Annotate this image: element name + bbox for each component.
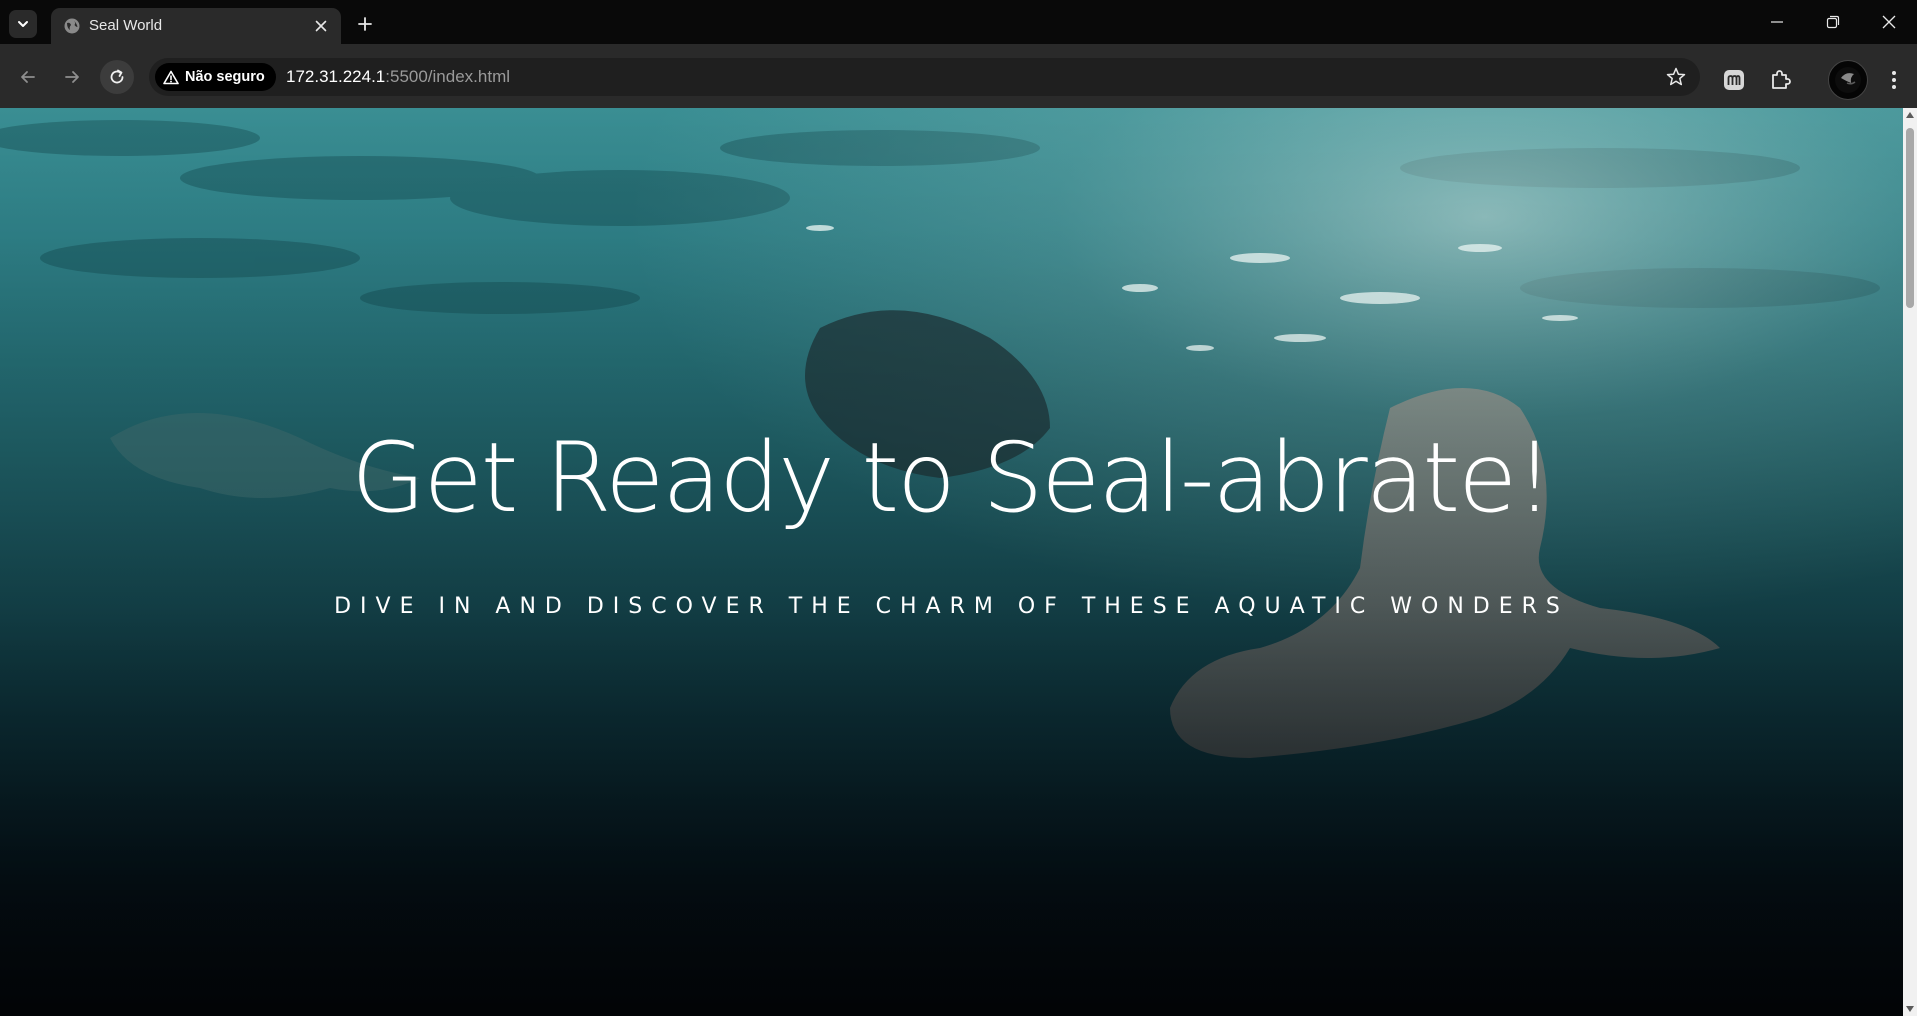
tab-search-button[interactable] — [9, 10, 37, 38]
new-tab-button[interactable] — [352, 11, 378, 37]
close-icon — [315, 20, 327, 32]
reload-button[interactable] — [100, 60, 134, 94]
more-vertical-icon — [1892, 71, 1896, 89]
hero-title: Get Ready to Seal-abrate! — [351, 422, 1553, 534]
arrow-left-icon — [21, 71, 35, 83]
toolbar: Não seguro 172.31.224.1:5500/index.html — [0, 44, 1917, 108]
bookmark-star-icon[interactable] — [1665, 66, 1687, 88]
security-label: Não seguro — [185, 69, 265, 85]
close-icon — [1882, 15, 1896, 29]
url-text[interactable]: 172.31.224.1:5500/index.html — [286, 67, 510, 87]
scroll-thumb[interactable] — [1906, 128, 1914, 308]
tab-title: Seal World — [89, 17, 163, 34]
warning-icon — [163, 70, 179, 84]
address-bar[interactable]: Não seguro 172.31.224.1:5500/index.html — [149, 58, 1700, 96]
tab-strip: Seal World — [0, 0, 1917, 44]
forward-button[interactable] — [55, 60, 89, 94]
profile-avatar[interactable] — [1828, 60, 1868, 100]
url-path: :5500/index.html — [385, 67, 511, 86]
back-button[interactable] — [11, 60, 45, 94]
minimize-icon — [1771, 21, 1783, 23]
avatar-image — [1835, 67, 1861, 93]
page-scrollbar[interactable] — [1903, 108, 1917, 1016]
page-viewport: Get Ready to Seal-abrate! DIVE IN AND DI… — [0, 108, 1903, 1016]
plus-icon — [358, 17, 372, 31]
hero-background-video — [0, 108, 1903, 1016]
globe-icon — [64, 18, 80, 34]
hero-subtitle: DIVE IN AND DISCOVER THE CHARM OF THESE … — [334, 594, 1569, 619]
extension-m-icon[interactable] — [1722, 68, 1746, 92]
arrow-right-icon — [65, 71, 79, 83]
tab-seal-world[interactable]: Seal World — [51, 8, 341, 44]
extensions-puzzle-icon[interactable] — [1767, 66, 1795, 94]
browser-menu-button[interactable] — [1880, 66, 1908, 94]
minimize-button[interactable] — [1749, 0, 1805, 44]
scroll-down-arrow-icon[interactable] — [1906, 1006, 1914, 1012]
tab-close-button[interactable] — [311, 16, 331, 36]
url-host: 172.31.224.1 — [286, 67, 386, 86]
scroll-up-arrow-icon[interactable] — [1906, 112, 1914, 118]
restore-button[interactable] — [1805, 0, 1861, 44]
restore-icon — [1826, 15, 1840, 29]
browser-window: Seal World Não seguro 172.31.224.1:5500/… — [0, 0, 1917, 1016]
close-window-button[interactable] — [1861, 0, 1917, 44]
security-indicator[interactable]: Não seguro — [155, 63, 276, 91]
chevron-down-icon — [18, 21, 28, 27]
reload-icon — [110, 69, 124, 84]
